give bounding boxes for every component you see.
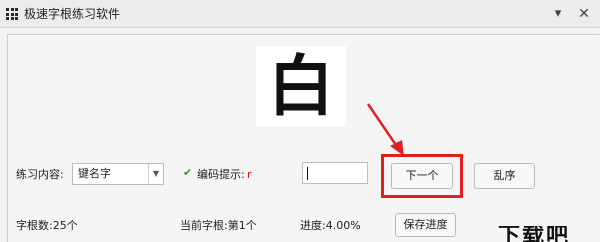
text-caret <box>307 167 308 180</box>
minimize-icon[interactable]: ▾ <box>548 4 568 24</box>
window-title: 极速字根练习软件 <box>24 7 121 21</box>
hint-code: r <box>247 168 252 181</box>
answer-input[interactable] <box>302 162 368 184</box>
pointer-arrow-icon <box>366 103 404 156</box>
current-root: 当前字根:第1个 <box>180 219 257 232</box>
character-display: 白 <box>256 46 346 126</box>
practice-content-select[interactable]: 键名字 ▼ <box>72 163 164 185</box>
hint-checkbox[interactable]: ✔ <box>183 167 195 179</box>
chevron-down-icon[interactable]: ▼ <box>148 164 163 184</box>
save-progress-button[interactable]: 保存进度 <box>395 213 456 237</box>
app-grid-icon <box>6 8 18 20</box>
practice-content-value: 键名字 <box>78 167 111 180</box>
shuffle-button[interactable]: 乱序 <box>474 163 535 189</box>
practice-content-label: 练习内容: <box>16 168 64 181</box>
watermark-logo: 下载吧 <box>498 226 571 242</box>
next-button[interactable]: 下一个 <box>391 163 453 189</box>
progress-text: 进度:4.00% <box>300 219 361 232</box>
title-bar: 极速字根练习软件 ▾ ✕ <box>0 0 600 28</box>
root-count: 字根数:25个 <box>16 219 78 232</box>
practice-character: 白 <box>268 47 334 125</box>
app-window: 极速字根练习软件 ▾ ✕ 白 练习内容: 键名字 ▼ ✔ 编码提示: r 下一个… <box>0 0 600 242</box>
hint-label: 编码提示: <box>197 168 245 181</box>
close-icon[interactable]: ✕ <box>574 4 594 24</box>
